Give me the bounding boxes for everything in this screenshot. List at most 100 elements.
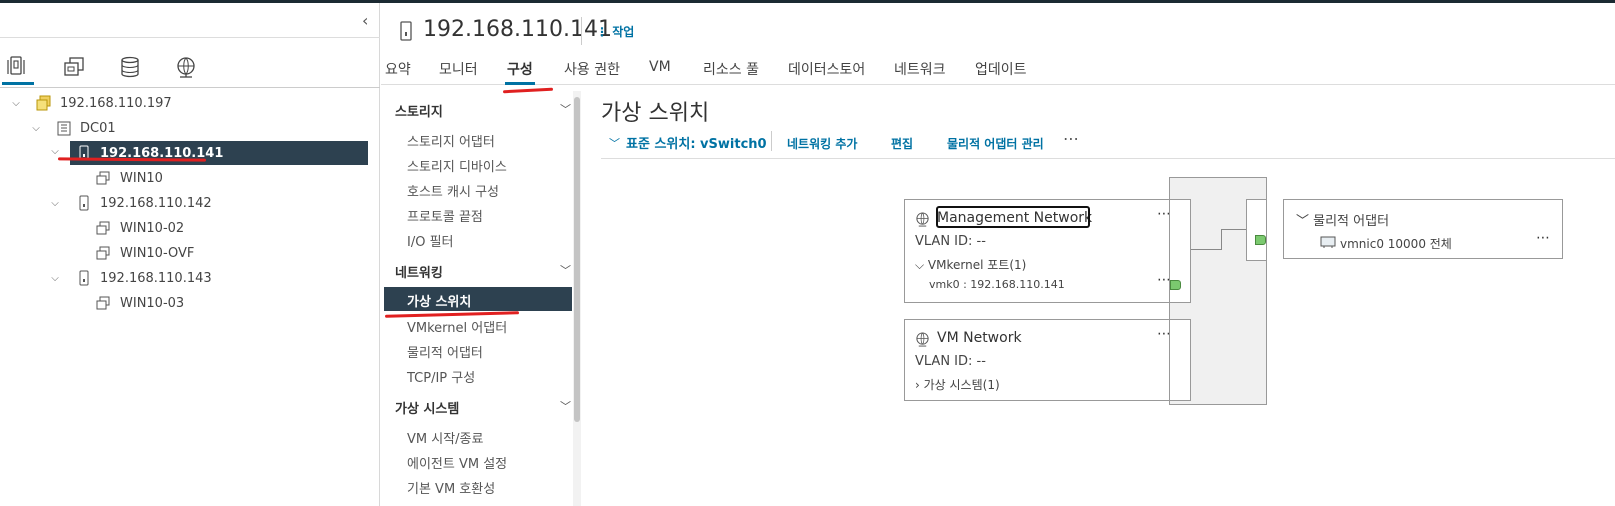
tree-item-vm[interactable]: WIN10-03 (0, 291, 380, 315)
menu-agent-vm[interactable]: 에이전트 VM 설정 (407, 453, 507, 472)
datacenter-icon (57, 121, 71, 136)
portgroup-name[interactable]: VM Network (937, 330, 1022, 346)
vm-icon (96, 246, 110, 260)
tree-item-vm[interactable]: WIN10 (0, 166, 380, 190)
configure-menu: 스토리지 ﹀ 스토리지 어댑터 스토리지 디바이스 호스트 캐시 구성 프로토콜 … (381, 91, 581, 506)
menu-physical-adapters[interactable]: 물리적 어댑터 (407, 342, 483, 361)
physical-adapters-box: ﹀ 물리적 어댑터 vmnic0 10000 전체 ⋯ (1283, 199, 1563, 259)
networking-icon[interactable] (170, 49, 202, 85)
divider (581, 17, 582, 45)
nic-icon (1320, 236, 1336, 248)
tree-item-label: WIN10 (120, 170, 163, 186)
chevron-down-icon[interactable]: ⌵ (49, 146, 61, 157)
page-title: 192.168.110.141 (423, 17, 612, 42)
inventory-view-tabs (0, 49, 380, 89)
chevron-down-icon[interactable]: ⌵ (49, 273, 61, 284)
tree-item-vm[interactable]: WIN10-02 (0, 216, 380, 240)
collapse-panel-icon[interactable]: ‹ (362, 11, 368, 30)
active-tab-indicator (505, 82, 535, 85)
host-icon (400, 21, 412, 41)
tab-permissions[interactable]: 사용 권한 (564, 59, 620, 79)
section-label: 가상 시스템 (395, 402, 460, 417)
tab-summary[interactable]: 요약 (385, 59, 411, 79)
tab-configure[interactable]: 구성 (507, 59, 533, 79)
vmkernel-ports-toggle[interactable]: ⌵ VMkernel 포트(1) (915, 256, 1026, 273)
section-virtual-machines[interactable]: 가상 시스템 ﹀ (395, 398, 571, 417)
virtual-machines-label: 가상 시스템(1) (923, 378, 1000, 392)
content-title: 가상 스위치 (601, 101, 710, 126)
section-label: 스토리지 (395, 105, 443, 120)
chevron-down-icon[interactable]: ⌵ (49, 198, 61, 209)
tab-networks[interactable]: 네트워크 (894, 59, 946, 79)
tree-item-label: DC01 (80, 120, 116, 136)
tree-item-label: 192.168.110.143 (100, 270, 212, 286)
menu-io-filters[interactable]: I/O 필터 (407, 231, 454, 250)
tree-item-label: WIN10-03 (120, 295, 185, 311)
add-networking-button[interactable]: 네트워킹 추가 (787, 135, 857, 152)
portgroup-management: Management Network ⋯ VLAN ID: -- ⌵ VMker… (904, 199, 1184, 303)
tree-item-label: 192.168.110.142 (100, 195, 212, 211)
chevron-down-icon: ﹀ (560, 103, 571, 116)
switch-port-column (1169, 319, 1191, 401)
vmnic0-entry[interactable]: vmnic0 10000 전체 (1340, 235, 1452, 252)
physical-adapters-toggle[interactable]: ﹀ 물리적 어댑터 (1296, 210, 1389, 229)
menu-vmkernel-adapters[interactable]: VMkernel 어댑터 (407, 317, 507, 336)
tree-item-label: 192.168.110.197 (60, 95, 172, 111)
chevron-down-icon[interactable]: ﹀ (609, 135, 620, 151)
actions-menu-button[interactable]: ⋮ 작업 (596, 23, 634, 40)
menu-host-cache[interactable]: 호스트 캐시 구성 (407, 181, 499, 200)
divider (771, 131, 772, 151)
vlan-id: VLAN ID: -- (915, 354, 986, 369)
divider (0, 37, 380, 38)
vm-icon (96, 171, 110, 185)
menu-vm-startup[interactable]: VM 시작/종료 (407, 428, 483, 447)
actions-label: 작업 (612, 25, 635, 39)
chevron-down-icon[interactable]: ⌵ (30, 123, 42, 134)
vmk-port-icon[interactable] (1170, 280, 1181, 290)
uplink-port-icon[interactable] (1255, 235, 1266, 245)
inventory-panel: ‹ ⌵ 192.168.110.197 ⌵ DC01 192.168.110.1… (0, 3, 380, 506)
host-icon (79, 270, 89, 286)
tree-item-label: WIN10-OVF (120, 245, 195, 261)
storage-icon[interactable] (114, 49, 146, 85)
tree-item-datacenter[interactable]: ⌵ DC01 (0, 116, 380, 140)
menu-storage-devices[interactable]: 스토리지 디바이스 (407, 156, 507, 175)
virtual-machines-toggle[interactable]: › 가상 시스템(1) (915, 376, 1000, 393)
menu-protocol-endpoints[interactable]: 프로토콜 끝점 (407, 206, 483, 225)
menu-tcpip-config[interactable]: TCP/IP 구성 (407, 367, 475, 386)
menu-storage-adapters[interactable]: 스토리지 어댑터 (407, 131, 495, 150)
scrollbar-thumb[interactable] (574, 97, 580, 422)
tree-item-host[interactable]: ⌵ 192.168.110.143 (0, 266, 380, 290)
portgroup-icon (916, 332, 929, 347)
tab-updates[interactable]: 업데이트 (975, 59, 1027, 79)
connector-line (1221, 229, 1222, 250)
tree-item-host[interactable]: ⌵ 192.168.110.142 (0, 191, 380, 215)
edit-button[interactable]: 편집 (891, 135, 913, 152)
switch-toolbar: ﹀ 표준 스위치: vSwitch0 네트워킹 추가 편집 물리적 어댑터 관리… (601, 129, 1615, 159)
more-actions-icon[interactable]: ⋯ (1536, 230, 1551, 246)
tab-datastores[interactable]: 데이터스토어 (788, 59, 865, 79)
vms-templates-icon[interactable] (58, 49, 90, 85)
tab-resource-pools[interactable]: 리소스 풀 (703, 59, 759, 79)
uplink-port-column (1246, 199, 1267, 261)
menu-default-vm-compat[interactable]: 기본 VM 호환성 (407, 478, 495, 497)
tab-vms[interactable]: VM (649, 59, 671, 75)
chevron-down-icon: ﹀ (1296, 214, 1314, 229)
tree-item-vm[interactable]: WIN10-OVF (0, 241, 380, 265)
chevron-right-icon: › (915, 378, 924, 392)
section-label: 네트워킹 (395, 266, 443, 281)
connector-line (1221, 229, 1246, 230)
manage-physical-adapters-button[interactable]: 물리적 어댑터 관리 (947, 135, 1044, 152)
section-storage[interactable]: 스토리지 ﹀ (395, 101, 571, 120)
menu-virtual-switches[interactable]: 가상 스위치 (407, 291, 471, 310)
tree-item-host-selected[interactable]: 192.168.110.141 (70, 141, 368, 165)
vmk0-entry[interactable]: vmk0 : 192.168.110.141 (929, 278, 1065, 291)
section-networking[interactable]: 네트워킹 ﹀ (395, 262, 571, 281)
switch-name[interactable]: 표준 스위치: vSwitch0 (626, 133, 767, 152)
tab-monitor[interactable]: 모니터 (439, 59, 478, 79)
tree-item-vcenter[interactable]: ⌵ 192.168.110.197 (0, 91, 380, 115)
chevron-down-icon[interactable]: ⌵ (10, 98, 22, 109)
vertical-dots-icon: ⋮ (596, 25, 613, 39)
more-actions-icon[interactable]: ⋯ (1063, 129, 1080, 148)
hosts-clusters-icon[interactable] (2, 49, 34, 85)
